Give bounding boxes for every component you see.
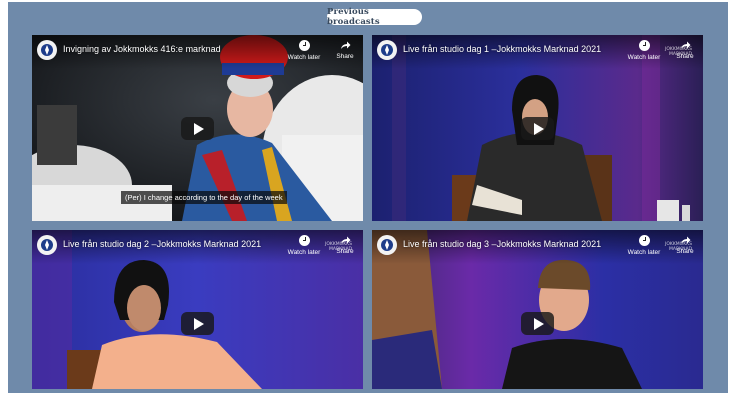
video-card-3[interactable]: Live från studio dag 2 –Jokkmokks Markna… [32, 230, 363, 389]
video-card-4[interactable]: Live från studio dag 3 –Jokkmokks Markna… [372, 230, 703, 389]
watch-later-button[interactable]: Watch later [284, 40, 324, 61]
subtitle-caption: (Per) I change according to the day of t… [121, 191, 287, 204]
channel-logo-icon[interactable] [37, 40, 57, 60]
share-arrow-icon [680, 236, 690, 244]
share-label: Share [676, 248, 694, 255]
share-label: Share [676, 53, 694, 60]
watch-later-button[interactable]: Watch later [624, 40, 664, 61]
clock-icon [638, 40, 650, 51]
video-title[interactable]: Live från studio dag 2 –Jokkmokks Markna… [63, 239, 261, 249]
clock-icon [298, 40, 310, 51]
share-label: Share [336, 248, 354, 255]
share-button[interactable]: Share [672, 40, 698, 60]
watch-later-label: Watch later [627, 249, 661, 256]
video-card-1[interactable]: Invigning av Jokkmokks 416:e marknad Wat… [32, 35, 363, 221]
channel-logo-icon[interactable] [37, 235, 57, 255]
play-button[interactable] [181, 117, 214, 140]
watch-later-label: Watch later [287, 54, 321, 61]
play-button[interactable] [521, 117, 554, 140]
watch-later-button[interactable]: Watch later [624, 235, 664, 256]
share-button[interactable]: Share [332, 40, 358, 60]
channel-logo-icon[interactable] [377, 40, 397, 60]
play-icon [534, 317, 544, 330]
share-label: Share [336, 53, 354, 60]
video-title[interactable]: Live från studio dag 3 –Jokkmokks Markna… [403, 239, 601, 249]
video-title[interactable]: Invigning av Jokkmokks 416:e marknad [63, 44, 221, 54]
share-arrow-icon [680, 41, 690, 49]
share-arrow-icon [340, 236, 350, 244]
video-card-2[interactable]: Live från studio dag 1 –Jokkmokks Markna… [372, 35, 703, 221]
video-title[interactable]: Live från studio dag 1 –Jokkmokks Markna… [403, 44, 601, 54]
play-icon [194, 122, 204, 135]
play-button[interactable] [181, 312, 214, 335]
clock-icon [638, 235, 650, 246]
play-icon [534, 122, 544, 135]
watch-later-button[interactable]: Watch later [284, 235, 324, 256]
play-icon [194, 317, 204, 330]
share-arrow-icon [340, 41, 350, 49]
section-title: Previous broadcasts [327, 7, 422, 27]
share-button[interactable]: Share [672, 235, 698, 255]
clock-icon [298, 235, 310, 246]
watch-later-label: Watch later [627, 54, 661, 61]
channel-logo-icon[interactable] [377, 235, 397, 255]
play-button[interactable] [521, 312, 554, 335]
broadcasts-panel: Previous broadcasts Invigning av Jokkmok… [8, 2, 728, 393]
share-button[interactable]: Share [332, 235, 358, 255]
watch-later-label: Watch later [287, 249, 321, 256]
